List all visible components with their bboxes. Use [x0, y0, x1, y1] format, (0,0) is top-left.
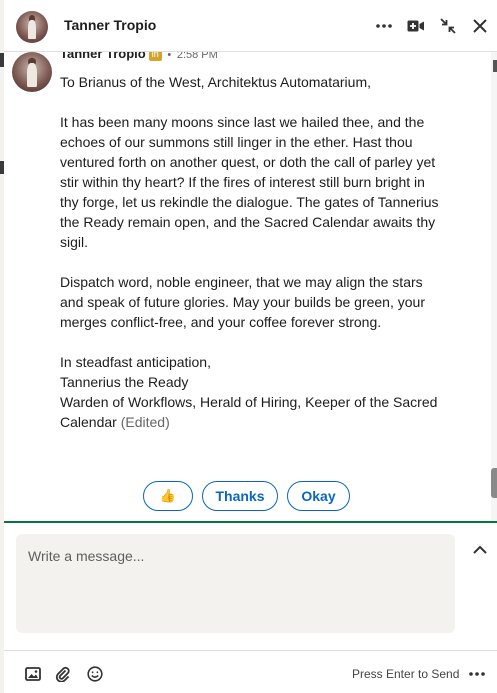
- close-button[interactable]: [467, 12, 493, 40]
- message-signature-name: Tannerius the Ready: [60, 374, 189, 390]
- message-list[interactable]: Tanner Tropio in • 2:58 PM To Brianus of …: [4, 52, 497, 522]
- collapse-arrows-icon: [440, 18, 456, 34]
- quick-replies: 👍 Thanks Okay: [4, 481, 497, 515]
- message-sender-name[interactable]: Tanner Tropio: [60, 52, 146, 61]
- header-avatar[interactable]: [16, 11, 48, 43]
- avatar-figure-shape: [27, 63, 37, 88]
- message-paragraph-1: It has been many moons since last we hai…: [60, 114, 439, 250]
- message-scrollbar[interactable]: [491, 52, 497, 522]
- video-call-button[interactable]: [403, 12, 429, 40]
- paperclip-icon: [55, 666, 70, 682]
- message-greeting: To Brianus of the West, Architektus Auto…: [60, 74, 371, 90]
- image-icon: [25, 667, 41, 681]
- ellipsis-icon: [469, 672, 485, 676]
- video-plus-icon: [407, 20, 424, 32]
- edited-label: (Edited): [120, 414, 170, 430]
- thumbs-up-icon: 👍: [159, 488, 177, 503]
- signature-title-text: Warden of Workflows, Herald of Hiring, K…: [60, 394, 438, 430]
- more-options-button[interactable]: [371, 12, 397, 40]
- quick-reply-thanks[interactable]: Thanks: [202, 481, 278, 511]
- message-avatar[interactable]: [12, 52, 52, 92]
- composer-footer: Press Enter to Send: [4, 650, 497, 693]
- message-header: Tanner Tropio in • 2:58 PM: [60, 52, 218, 61]
- ellipsis-icon: [376, 24, 392, 28]
- message-closing: In steadfast anticipation,: [60, 354, 211, 370]
- scroll-up-mark[interactable]: [493, 60, 497, 72]
- quick-reply-okay[interactable]: Okay: [287, 481, 350, 511]
- message-body: To Brianus of the West, Architektus Auto…: [60, 72, 440, 432]
- scrollbar-thumb[interactable]: [491, 468, 497, 498]
- minimize-button[interactable]: [435, 12, 461, 40]
- emoji-icon: [87, 666, 103, 682]
- message-signature-title: Warden of Workflows, Herald of Hiring, K…: [60, 392, 440, 432]
- send-options-button[interactable]: [466, 663, 488, 685]
- message-time-separator: •: [167, 52, 172, 61]
- attach-image-button[interactable]: [22, 663, 44, 685]
- avatar-figure-shape: [28, 19, 36, 40]
- chat-header[interactable]: Tanner Tropio: [4, 0, 497, 52]
- quick-reply-thumbs-up[interactable]: 👍: [143, 481, 193, 511]
- attach-file-button[interactable]: [52, 663, 74, 685]
- composer-divider: [4, 521, 497, 523]
- premium-badge-icon: in: [148, 52, 162, 61]
- chevron-up-icon: [473, 545, 487, 554]
- expand-composer-button[interactable]: [469, 540, 491, 560]
- header-contact-name[interactable]: Tanner Tropio: [64, 17, 156, 33]
- message-input[interactable]: [16, 534, 455, 633]
- message-timestamp: 2:58 PM: [176, 52, 218, 61]
- message-paragraph-2: Dispatch word, noble engineer, that we m…: [60, 274, 425, 330]
- close-icon: [473, 19, 487, 33]
- emoji-button[interactable]: [84, 663, 106, 685]
- press-enter-to-send-toggle[interactable]: Press Enter to Send: [352, 667, 459, 681]
- message-composer[interactable]: [16, 534, 455, 633]
